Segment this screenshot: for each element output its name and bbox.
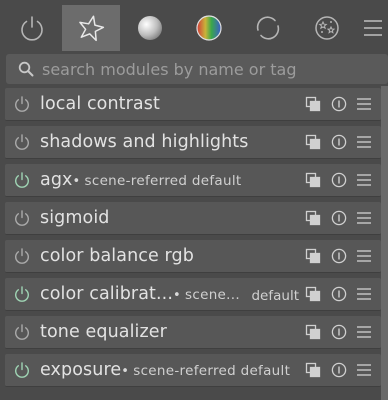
module-name: color calibrat... <box>40 284 174 304</box>
reset-icon[interactable] <box>331 96 347 112</box>
label-separator: • <box>173 288 186 303</box>
power-icon[interactable] <box>13 95 31 113</box>
module-row[interactable]: local contrast <box>5 88 381 121</box>
effects-icon <box>315 16 339 40</box>
presets-icon[interactable] <box>356 362 372 378</box>
reset-icon[interactable] <box>331 286 347 302</box>
module-row[interactable]: tone equalizer <box>5 316 381 349</box>
module-label: scene-referred default <box>84 173 242 189</box>
reset-icon[interactable] <box>331 172 347 188</box>
module-name-line: local contrast <box>40 94 160 114</box>
color-wheel-icon <box>196 15 222 41</box>
reset-icon[interactable] <box>331 324 347 340</box>
module-name: shadows and highlights <box>40 132 249 152</box>
module-name: agx <box>40 170 73 190</box>
tab-correct-modules[interactable] <box>239 5 297 51</box>
multi-instance-icon[interactable] <box>305 210 321 226</box>
module-row[interactable]: agx• scene-referred default <box>5 164 381 197</box>
reset-icon[interactable] <box>331 248 347 264</box>
multi-instance-icon[interactable] <box>305 286 321 302</box>
module-row[interactable]: color calibrat...• scene... default <box>5 278 381 311</box>
search-input[interactable] <box>42 56 388 82</box>
tab-active-modules[interactable] <box>3 5 61 51</box>
power-icon[interactable] <box>13 133 31 151</box>
module-name: color balance rgb <box>40 246 194 266</box>
darkroom-modules-panel: local contrastshadows and highlightsagx•… <box>0 0 388 400</box>
module-row[interactable]: color balance rgb <box>5 240 381 273</box>
reset-icon[interactable] <box>331 134 347 150</box>
module-label: scene... <box>185 287 240 303</box>
module-label: scene-referred default <box>133 363 291 379</box>
presets-icon[interactable] <box>356 134 372 150</box>
module-name-line: tone equalizer <box>40 322 167 342</box>
module-name-line: color calibrat...• scene... <box>40 284 240 304</box>
presets-icon[interactable] <box>356 96 372 112</box>
power-icon[interactable] <box>13 171 31 189</box>
module-row[interactable]: sigmoid <box>5 202 381 235</box>
module-name-line: shadows and highlights <box>40 132 248 152</box>
power-icon[interactable] <box>13 285 31 303</box>
tab-color-modules[interactable] <box>180 5 238 51</box>
multi-instance-icon[interactable] <box>305 172 321 188</box>
multi-instance-icon[interactable] <box>305 362 321 378</box>
tab-effect-modules[interactable] <box>298 5 356 51</box>
module-list: local contrast shadows and highlights agx•… <box>0 86 388 400</box>
tab-favourite-modules[interactable] <box>62 5 120 51</box>
label-separator: • <box>72 174 85 189</box>
rotate-icon <box>256 16 280 40</box>
presets-icon[interactable] <box>356 286 372 302</box>
label-separator: • <box>121 364 134 379</box>
module-instance-name: default <box>251 288 299 304</box>
presets-icon[interactable] <box>356 172 372 188</box>
scrollbar[interactable] <box>381 86 388 400</box>
module-name-line: color balance rgb <box>40 246 194 266</box>
presets-icon[interactable] <box>356 248 372 264</box>
multi-instance-icon[interactable] <box>305 96 321 112</box>
module-name-line: exposure• scene-referred default <box>40 360 290 380</box>
multi-instance-icon[interactable] <box>305 134 321 150</box>
module-name-line: agx• scene-referred default <box>40 170 241 190</box>
hamburger-icon <box>363 20 382 36</box>
power-icon[interactable] <box>13 247 31 265</box>
search-icon <box>18 61 34 77</box>
module-row[interactable]: shadows and highlights <box>5 126 381 159</box>
module-name: local contrast <box>40 94 160 114</box>
module-name: sigmoid <box>40 208 110 228</box>
module-group-tabs <box>0 0 388 52</box>
module-name: exposure <box>40 360 122 380</box>
power-icon[interactable] <box>13 323 31 341</box>
star-icon <box>79 15 105 42</box>
presets-menu-button[interactable] <box>357 5 388 51</box>
reset-icon[interactable] <box>331 362 347 378</box>
presets-icon[interactable] <box>356 324 372 340</box>
power-icon[interactable] <box>13 209 31 227</box>
power-icon[interactable] <box>13 361 31 379</box>
multi-instance-icon[interactable] <box>305 248 321 264</box>
multi-instance-icon[interactable] <box>305 324 321 340</box>
power-icon <box>21 16 43 41</box>
module-search-box[interactable] <box>6 54 388 84</box>
reset-icon[interactable] <box>331 210 347 226</box>
module-row[interactable]: exposure• scene-referred default <box>5 354 381 387</box>
tab-base-modules[interactable] <box>121 5 179 51</box>
sphere-icon <box>138 16 162 40</box>
module-name-line: sigmoid <box>40 208 110 228</box>
module-name: tone equalizer <box>40 322 167 342</box>
presets-icon[interactable] <box>356 210 372 226</box>
